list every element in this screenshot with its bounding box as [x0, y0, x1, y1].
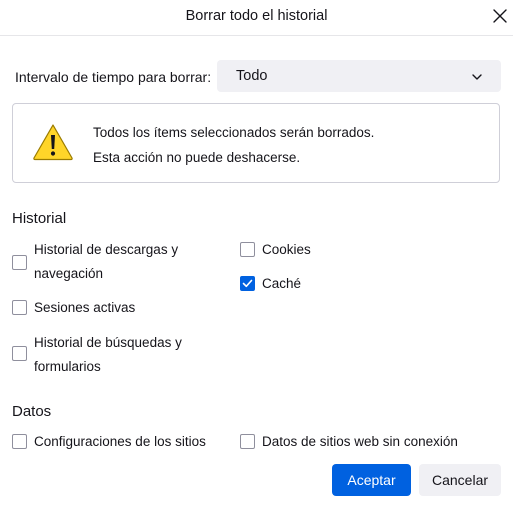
cancel-button[interactable]: Cancelar: [419, 464, 501, 496]
accept-button[interactable]: Aceptar: [332, 464, 411, 496]
time-range-select[interactable]: Todo: [217, 60, 501, 92]
offline-data-label[interactable]: Datos de sitios web sin conexión: [262, 430, 458, 454]
time-range-label: Intervalo de tiempo para borrar:: [15, 69, 212, 85]
cache-checkbox[interactable]: [240, 276, 255, 291]
close-icon[interactable]: [490, 6, 510, 26]
chevron-down-icon: [471, 70, 483, 88]
search-history-label[interactable]: Historial de búsquedas y formularios: [34, 331, 182, 379]
data-heading: Datos: [12, 403, 52, 420]
active-sessions-checkbox[interactable]: [12, 300, 27, 315]
offline-data-checkbox[interactable]: [240, 434, 255, 449]
downloads-history-checkbox[interactable]: [12, 255, 27, 270]
search-history-checkbox[interactable]: [12, 346, 27, 361]
dialog-title: Borrar todo el historial: [185, 8, 328, 24]
checkmark-icon: [242, 279, 253, 288]
cookies-label[interactable]: Cookies: [262, 238, 311, 262]
cookies-checkbox[interactable]: [240, 242, 255, 257]
warning-box: Todos los ítems seleccionados serán borr…: [12, 103, 500, 183]
warning-text-line2: Esta acción no puede deshacerse.: [93, 150, 301, 165]
time-range-value: Todo: [236, 68, 268, 84]
warning-text-line1: Todos los ítems seleccionados serán borr…: [93, 125, 375, 140]
title-bar: Borrar todo el historial: [0, 0, 513, 36]
history-heading: Historial: [12, 210, 67, 227]
cache-label[interactable]: Caché: [262, 272, 301, 296]
active-sessions-label[interactable]: Sesiones activas: [34, 296, 135, 320]
downloads-history-label[interactable]: Historial de descargas y navegación: [34, 238, 178, 286]
site-settings-label[interactable]: Configuraciones de los sitios: [34, 430, 206, 454]
site-settings-checkbox[interactable]: [12, 434, 27, 449]
warning-icon: [32, 123, 74, 166]
